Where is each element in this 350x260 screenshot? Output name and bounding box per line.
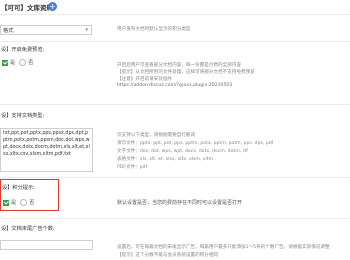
preview-help-1: 开启后用户可查看部分文档内容，每一份都是付费的全部内容	[117, 63, 242, 68]
formats-help-2: 演示文件：pptx, ppt, pot, pps, pptm, potx, pp…	[117, 141, 274, 146]
formats-label: 设】支持文档类型:	[1, 113, 45, 119]
divider	[0, 14, 350, 15]
title-bar: 【可可】文库资料 +	[0, 0, 350, 14]
preview-label: 设】开启免费预览:	[1, 47, 45, 53]
formats-help-5: PDF文件：pdf	[117, 165, 148, 170]
ad-help-1: 设置后，可在每篇文档的末尾显示广告，每篇用户最多只能添加1～5条的个数广告，请根…	[117, 245, 330, 250]
ad-help-2: 【提示】这个分数不能与会员系统设置的积分相同	[117, 253, 219, 258]
scoring-label: 设】积分提示:	[2, 185, 35, 191]
scoring-no-label: 否	[29, 200, 35, 206]
scoring-no-radio[interactable]	[20, 199, 28, 206]
divider	[0, 104, 350, 105]
ad-label: 设】文档末尾广告个数:	[1, 226, 55, 232]
preview-yes-label: 是	[10, 60, 16, 66]
preview-yes-radio[interactable]	[2, 59, 8, 66]
scoring-help: 默认设置是否，当您的费前存在不同时可以设置是否打开	[117, 200, 243, 206]
format-help: 用户发布文档时默认显示的积分类型	[117, 27, 191, 32]
preview-help-3: 【注意】开启前请安装插件	[117, 77, 173, 82]
divider	[0, 177, 350, 178]
preview-no-radio[interactable]	[19, 59, 27, 66]
formats-help-3: 文字文件：doc, dot, wps, wpt, docx, dotx, doc…	[117, 149, 248, 154]
divider	[0, 218, 350, 219]
scoring-yes-radio[interactable]	[3, 199, 9, 206]
ad-count-input[interactable]	[0, 240, 93, 250]
page-title: 【可可】文库资料	[1, 4, 53, 12]
preview-help-link[interactable]: https://addon.discuz.com/?@xxx.plugin.20…	[117, 83, 232, 88]
chevron-down-icon: ▾	[85, 27, 88, 33]
scoring-radio-group: 是 否	[3, 199, 34, 206]
preview-no-label: 否	[28, 60, 34, 66]
formats-textarea[interactable]: txt,ppt,pot,pptx,pps,ppsx,dps,dpt,pptm,p…	[0, 128, 93, 172]
format-select[interactable]: 格式 ▾	[0, 25, 92, 35]
format-select-value: 格式	[3, 28, 14, 34]
add-icon[interactable]: +	[48, 2, 57, 11]
formats-help-1: 仅支持以下类型，请根据需要自行删减	[117, 133, 196, 138]
scoring-yes-label: 是	[11, 200, 17, 206]
formats-help-4: 表格文件：xls, xlt, et, xlsx, xltx, xlsm, xlt…	[117, 157, 214, 162]
preview-radio-group: 是 否	[2, 59, 33, 66]
preview-help-2: 【提示】从文档所附的文件处理，这样可将部分文档不支持免费预览	[117, 70, 255, 75]
divider	[0, 41, 350, 42]
